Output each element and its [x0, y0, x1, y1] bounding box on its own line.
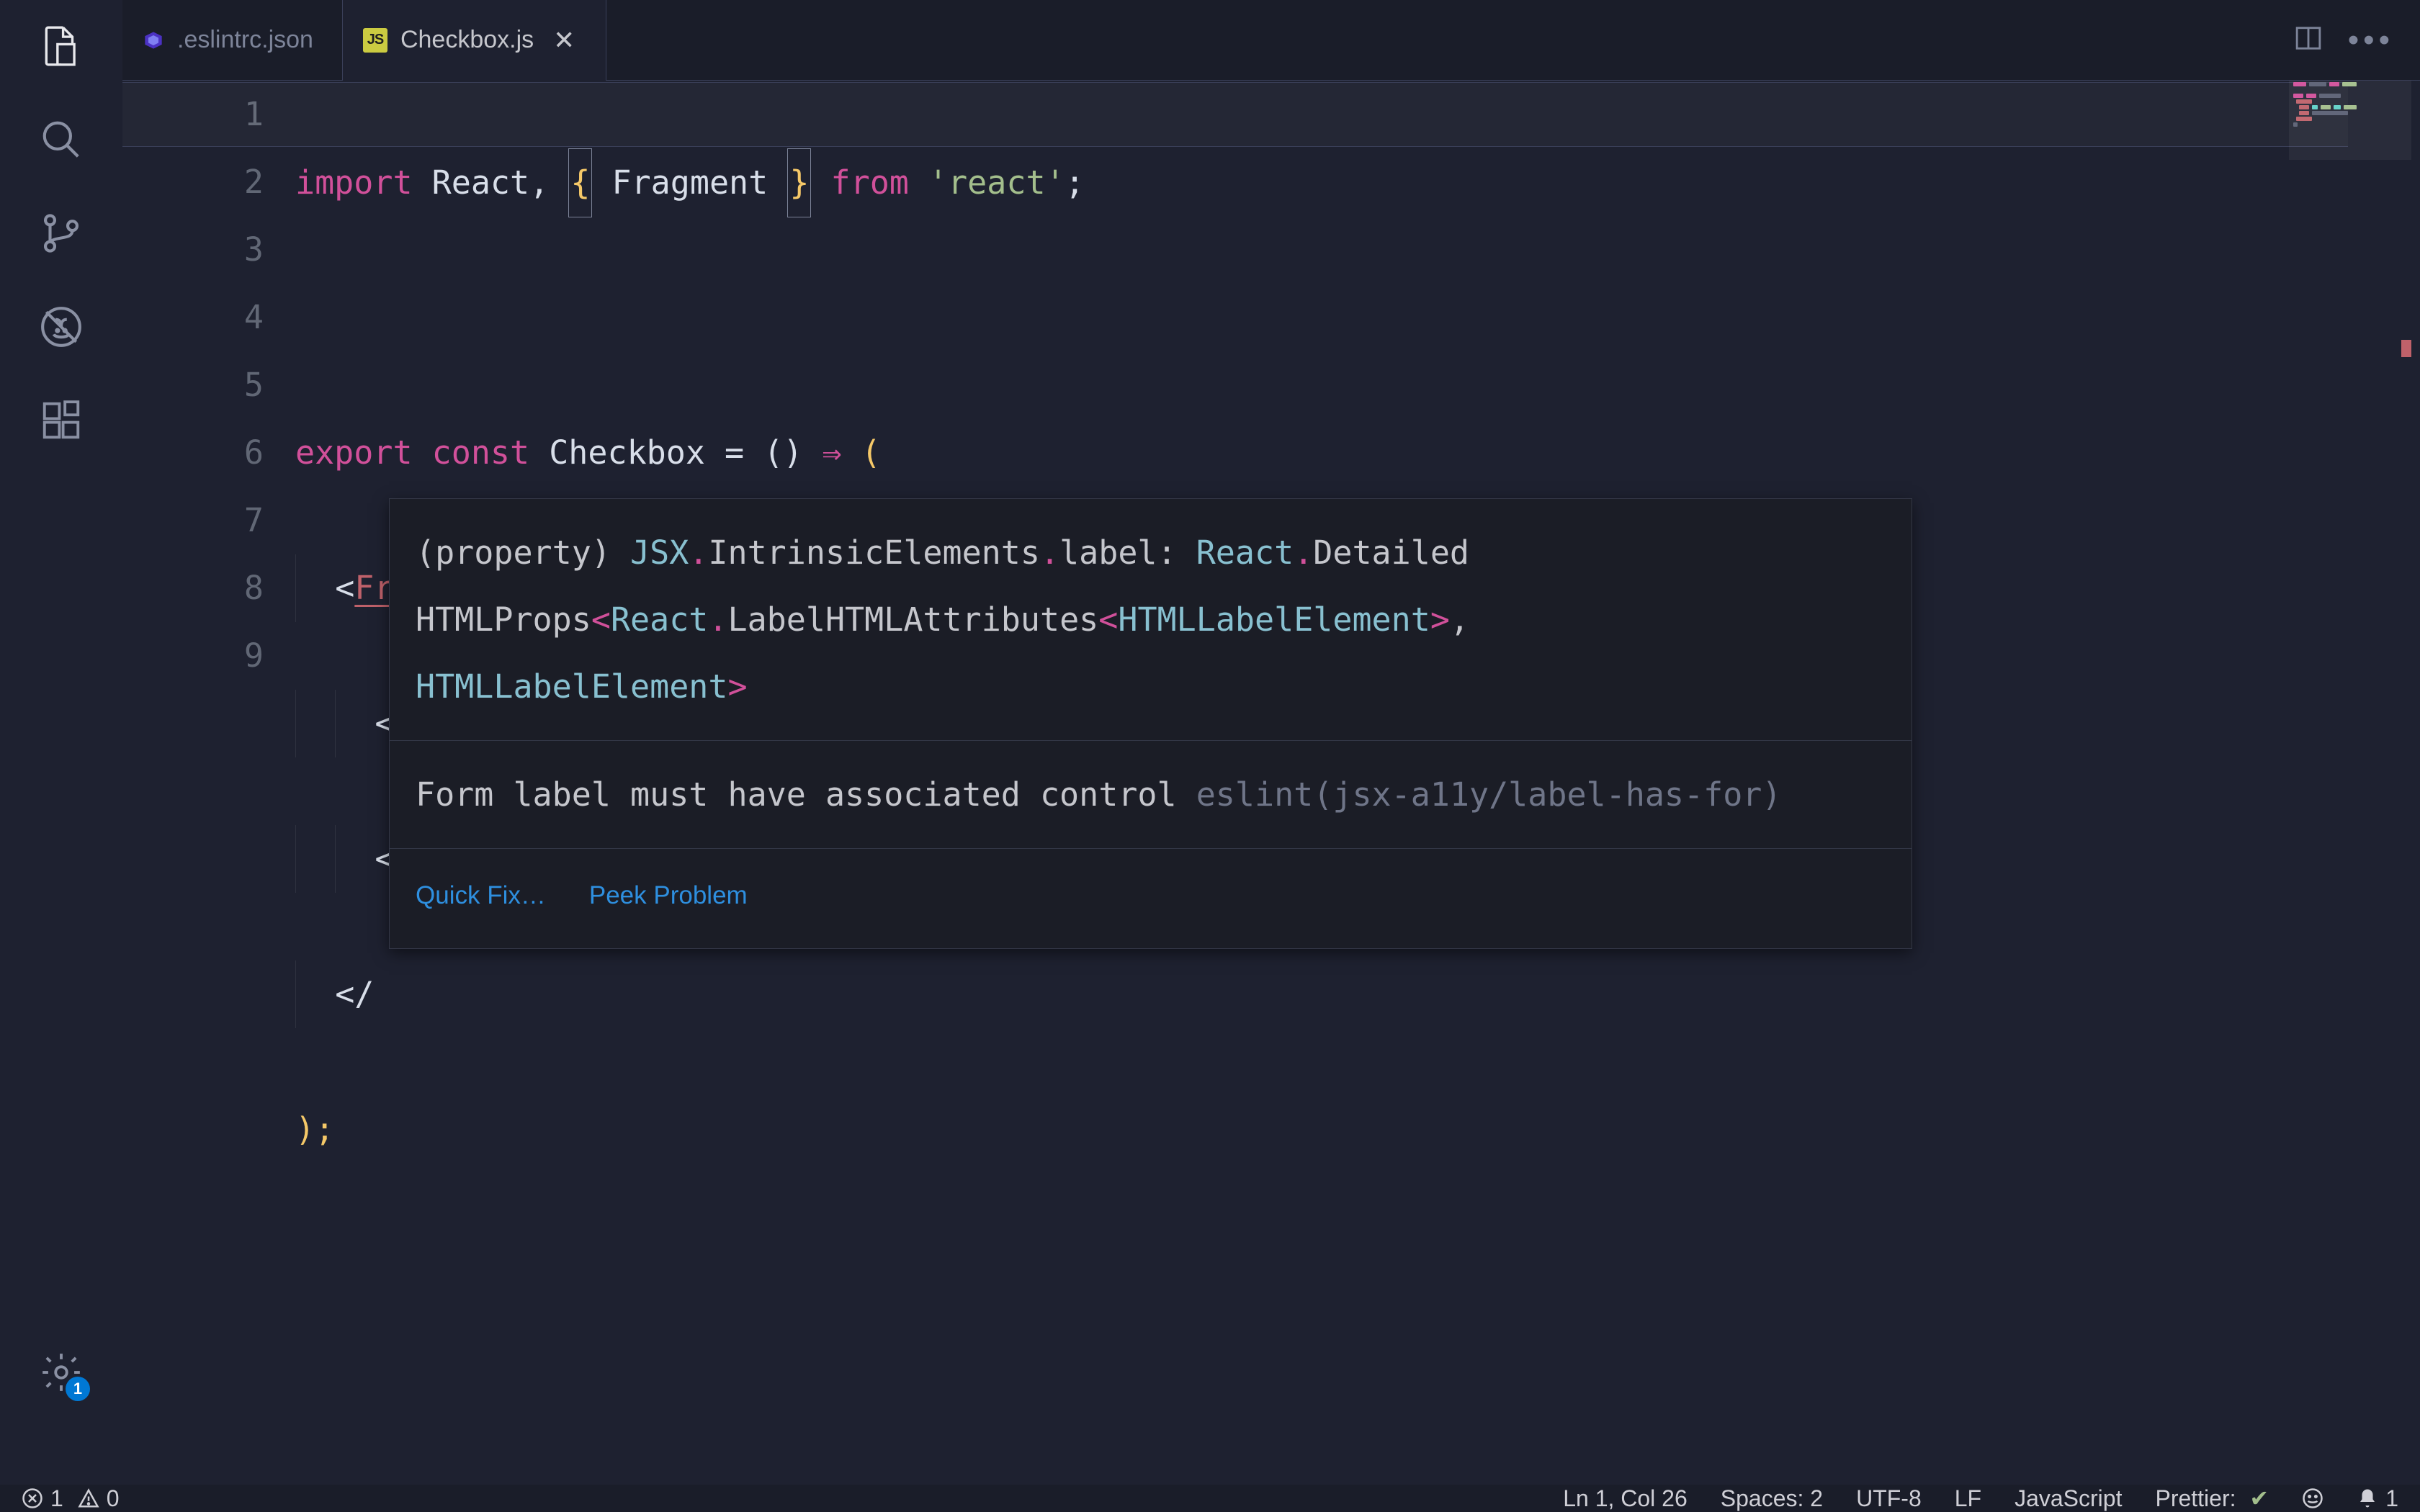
- status-formatter[interactable]: Prettier: ✔: [2155, 1485, 2269, 1512]
- error-count: 1: [50, 1485, 63, 1512]
- status-feedback-icon[interactable]: [2302, 1488, 2323, 1509]
- debug-icon[interactable]: [35, 301, 87, 353]
- status-notifications[interactable]: 1: [2357, 1485, 2398, 1512]
- hover-lint-message: Form label must have associated control …: [390, 740, 1912, 848]
- status-encoding[interactable]: UTF-8: [1856, 1485, 1922, 1512]
- extensions-icon[interactable]: [35, 395, 87, 446]
- check-icon: ✔: [2244, 1485, 2269, 1512]
- gutter: 1 2 3 4 5 6 7 8 9: [122, 81, 295, 1434]
- more-actions-icon[interactable]: •••: [2348, 22, 2394, 58]
- editor-group: .eslintrc.json JS Checkbox.js ✕ ••• 1: [122, 0, 2420, 1434]
- quick-fix-link[interactable]: Quick Fix…: [416, 862, 546, 930]
- tab-label: Checkbox.js: [400, 26, 534, 54]
- settings-gear-icon[interactable]: 1: [35, 1346, 87, 1398]
- tab-eslintrc[interactable]: .eslintrc.json: [122, 0, 343, 80]
- explorer-icon[interactable]: [35, 20, 87, 72]
- warning-count: 0: [107, 1485, 120, 1512]
- tab-checkbox[interactable]: JS Checkbox.js ✕: [343, 0, 606, 80]
- split-editor-icon[interactable]: [2295, 24, 2322, 55]
- close-icon[interactable]: ✕: [551, 27, 577, 53]
- hover-actions: Quick Fix… Peek Problem: [390, 848, 1912, 948]
- tabs-row: .eslintrc.json JS Checkbox.js ✕ •••: [122, 0, 2420, 81]
- eslint-file-icon: [143, 30, 164, 51]
- status-language[interactable]: JavaScript: [2015, 1485, 2122, 1512]
- status-errors[interactable]: 1: [22, 1485, 63, 1512]
- status-cursor-position[interactable]: Ln 1, Col 26: [1563, 1485, 1688, 1512]
- editor-actions: •••: [2295, 0, 2420, 80]
- hover-widget: (property) JSX.IntrinsicElements.label: …: [389, 498, 1912, 949]
- source-control-icon[interactable]: [35, 207, 87, 259]
- notification-count: 1: [2385, 1485, 2398, 1512]
- tab-label: .eslintrc.json: [177, 26, 313, 54]
- js-file-icon: JS: [363, 28, 387, 53]
- search-icon[interactable]: [35, 114, 87, 166]
- peek-problem-link[interactable]: Peek Problem: [589, 862, 748, 930]
- hover-type-info: (property) JSX.IntrinsicElements.label: …: [390, 499, 1912, 740]
- activity-bar: 1: [0, 0, 122, 1485]
- status-eol[interactable]: LF: [1955, 1485, 1981, 1512]
- status-bar: 1 0 Ln 1, Col 26 Spaces: 2 UTF-8 LF Java…: [0, 1485, 2420, 1512]
- settings-badge: 1: [66, 1377, 90, 1401]
- status-indentation[interactable]: Spaces: 2: [1721, 1485, 1823, 1512]
- status-warnings[interactable]: 0: [78, 1485, 120, 1512]
